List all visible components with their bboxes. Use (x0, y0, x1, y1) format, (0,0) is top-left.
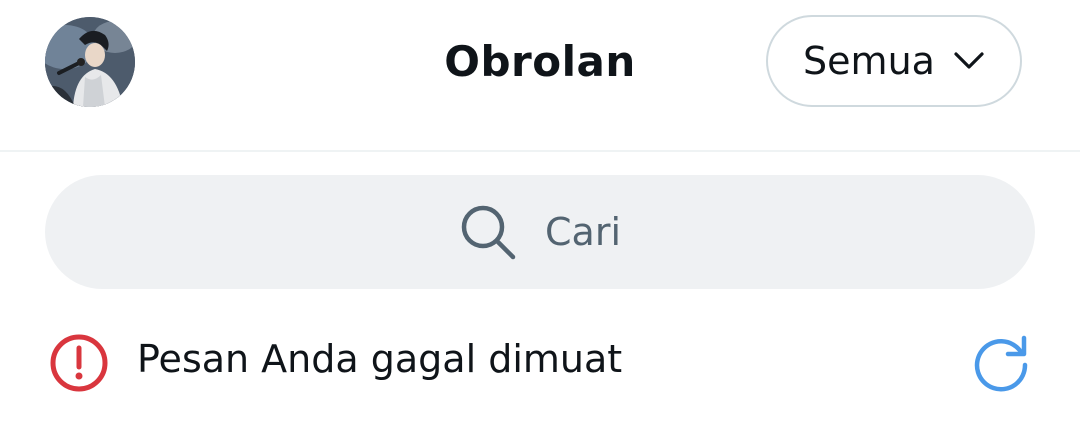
filter-label: Semua (803, 39, 935, 83)
refresh-icon[interactable] (970, 332, 1032, 394)
error-icon (50, 334, 108, 392)
header: Obrolan Semua (0, 0, 1080, 150)
error-banner: Pesan Anda gagal dimuat (0, 320, 1080, 400)
error-message: Pesan Anda gagal dimuat (137, 337, 623, 381)
search-icon (461, 205, 516, 260)
header-divider (0, 150, 1080, 152)
search-placeholder: Cari (545, 210, 621, 254)
filter-dropdown-button[interactable]: Semua (766, 15, 1022, 107)
chevron-down-icon (954, 52, 984, 69)
search-input[interactable]: Cari (45, 175, 1035, 289)
